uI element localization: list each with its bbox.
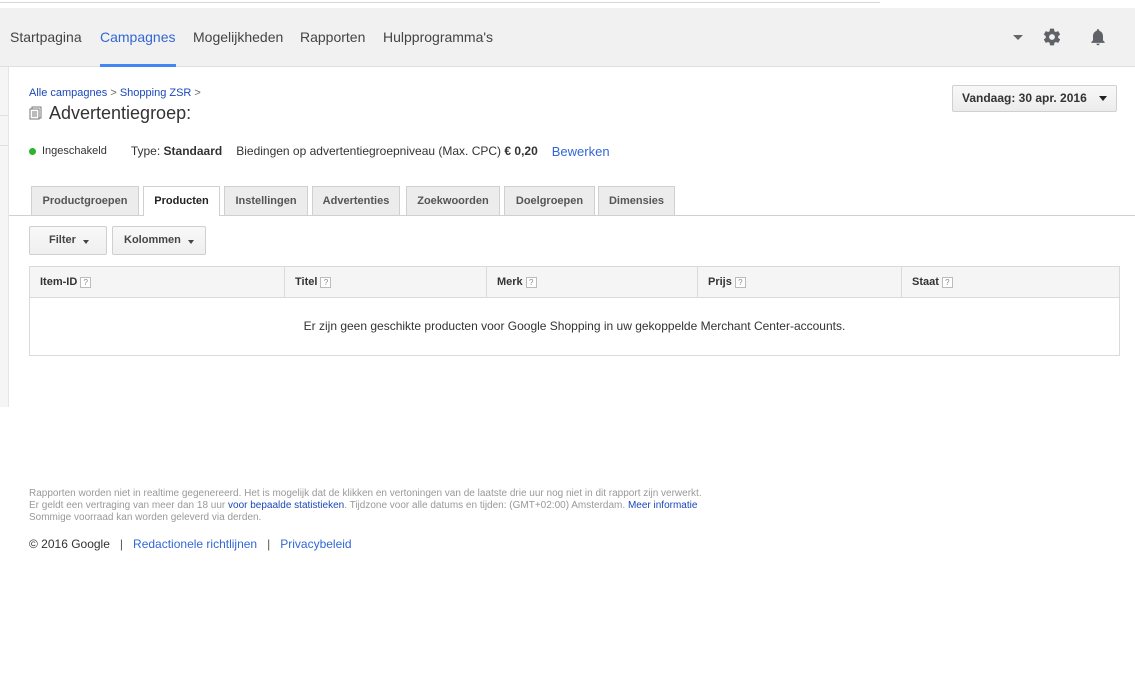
nav-item-label: Rapporten <box>300 29 366 45</box>
browser-top-strip <box>0 0 1135 8</box>
tab-instellingen[interactable]: Instellingen <box>224 186 308 215</box>
status-label: Ingeschakeld <box>42 145 107 157</box>
footer-separator: | <box>119 537 124 551</box>
breadcrumb-all-campaigns[interactable]: Alle campagnes <box>29 87 107 99</box>
breadcrumb: Alle campagnes > Shopping ZSR > <box>29 87 201 99</box>
tab-label: Doelgroepen <box>515 195 584 207</box>
chevron-down-icon <box>188 240 194 244</box>
tab-productgroepen[interactable]: Productgroepen <box>31 186 139 215</box>
nav-item-mogelijkheden[interactable]: Mogelijkheden <box>193 8 283 67</box>
tab-dimensies[interactable]: Dimensies <box>598 186 675 215</box>
page: Startpagina Campagnes Mogelijkheden Rapp… <box>0 0 1135 673</box>
tab-label: Dimensies <box>608 195 665 207</box>
help-icon[interactable]: ? <box>941 276 953 288</box>
table-empty-message: Er zijn geen geschikte producten voor Go… <box>303 319 846 333</box>
divider <box>0 115 9 116</box>
footer-separator: | <box>267 537 271 551</box>
active-tab-indicator <box>100 64 176 67</box>
nav-item-startpagina[interactable]: Startpagina <box>10 8 82 67</box>
edit-link[interactable]: Bewerken <box>552 144 610 159</box>
column-header-prijs[interactable]: Prijs? <box>697 267 901 297</box>
horizontal-scrollbar[interactable] <box>0 0 880 3</box>
page-footer: © 2016 Google | Redactionele richtlijnen | P… <box>29 537 352 551</box>
help-icon[interactable]: ? <box>525 276 537 288</box>
columns-button-label: Kolommen <box>124 234 181 246</box>
help-icon[interactable]: ? <box>734 276 746 288</box>
bid-value: € 0,20 <box>504 144 538 158</box>
type-value: Standaard <box>163 144 223 158</box>
ad-group-status-row: Ingeschakeld Type: Standaard Biedingen o… <box>29 143 610 159</box>
report-footnotes: Rapporten worden niet in realtime gegene… <box>29 488 702 524</box>
help-icon[interactable]: ? <box>320 276 332 288</box>
bid-label: Biedingen op advertentiegroepniveau (Max… <box>236 144 502 158</box>
editorial-guidelines-link[interactable]: Redactionele richtlijnen <box>133 537 257 551</box>
breadcrumb-separator: > <box>191 87 201 99</box>
nav-item-label: Campagnes <box>100 29 176 45</box>
column-header-label: Item-ID <box>40 276 78 288</box>
nav-item-label: Startpagina <box>10 29 82 45</box>
column-header-item-id[interactable]: Item-ID? <box>30 267 284 297</box>
tab-label: Productgroepen <box>42 195 128 207</box>
nav-item-rapporten[interactable]: Rapporten <box>300 8 365 67</box>
footnote-line: Er geldt een vertraging van meer dan 18 … <box>29 500 702 512</box>
chevron-down-icon <box>83 240 89 244</box>
tab-advertenties[interactable]: Advertenties <box>312 186 400 215</box>
footnote-text: Er geldt een vertraging van meer dan 18 … <box>29 500 229 511</box>
tab-label: Zoekwoorden <box>417 195 489 207</box>
account-dropdown-icon[interactable] <box>1013 35 1023 40</box>
column-header-label: Titel <box>295 276 318 288</box>
page-title-row: Advertentiegroep: <box>29 103 191 123</box>
table-header: Item-ID? Titel? Merk? Prijs? Staat? <box>30 267 1119 298</box>
footnote-line: Sommige voorraad kan worden geleverd via… <box>29 512 262 523</box>
filter-button-label: Filter <box>49 234 76 246</box>
tab-zoekwoorden[interactable]: Zoekwoorden <box>406 186 500 215</box>
side-panel-collapsed[interactable] <box>0 67 9 407</box>
top-navigation: Startpagina Campagnes Mogelijkheden Rapp… <box>0 8 1135 67</box>
columns-button[interactable]: Kolommen <box>112 226 206 255</box>
tab-producten[interactable]: Producten <box>143 186 220 216</box>
notifications-bell-icon[interactable] <box>1088 26 1108 48</box>
tab-label: Advertenties <box>322 195 390 207</box>
products-table: Item-ID? Titel? Merk? Prijs? Staat? Er z… <box>29 266 1120 356</box>
column-header-label: Staat <box>912 276 939 288</box>
date-range-selector[interactable]: Vandaag: 30 apr. 2016 <box>952 85 1117 112</box>
filter-button[interactable]: Filter <box>29 226 107 255</box>
footnote-line: Rapporten worden niet in realtime gegene… <box>29 488 702 499</box>
page-title: Advertentiegroep: <box>49 102 192 123</box>
breadcrumb-campaign[interactable]: Shopping ZSR <box>120 87 192 99</box>
column-header-label: Prijs <box>708 276 732 288</box>
nav-item-label: Mogelijkheden <box>193 29 284 45</box>
ad-group-icon <box>29 106 42 120</box>
type-label: Type: <box>130 144 161 158</box>
enabled-status-icon <box>29 147 36 155</box>
chevron-down-icon <box>1099 96 1107 101</box>
column-header-titel[interactable]: Titel? <box>284 267 486 297</box>
ad-group-tabs: Productgroepen Producten Instellingen Ad… <box>9 186 1135 216</box>
column-header-label: Merk <box>497 276 523 288</box>
privacy-policy-link[interactable]: Privacybeleid <box>280 537 351 551</box>
statistics-delay-link[interactable]: voor bepaalde statistieken <box>228 500 344 511</box>
nav-item-label: Hulpprogramma's <box>383 29 494 45</box>
copyright: © 2016 Google <box>29 537 110 551</box>
more-info-link[interactable]: Meer informatie <box>628 500 697 511</box>
breadcrumb-separator: > <box>107 87 120 99</box>
column-header-merk[interactable]: Merk? <box>486 267 697 297</box>
footnote-text: . Tijdzone voor alle datums en tijden: (… <box>344 500 628 511</box>
divider <box>0 145 9 146</box>
tab-label: Instellingen <box>235 195 297 207</box>
column-header-staat[interactable]: Staat? <box>901 267 1119 297</box>
gear-icon[interactable] <box>1042 27 1062 47</box>
nav-item-campagnes[interactable]: Campagnes <box>100 8 176 67</box>
nav-item-hulpprogrammas[interactable]: Hulpprogramma's <box>383 8 493 67</box>
tab-doelgroepen[interactable]: Doelgroepen <box>504 186 595 215</box>
date-range-label: Vandaag: 30 apr. 2016 <box>962 91 1087 105</box>
tab-label: Producten <box>154 195 209 207</box>
help-icon[interactable]: ? <box>80 276 92 288</box>
